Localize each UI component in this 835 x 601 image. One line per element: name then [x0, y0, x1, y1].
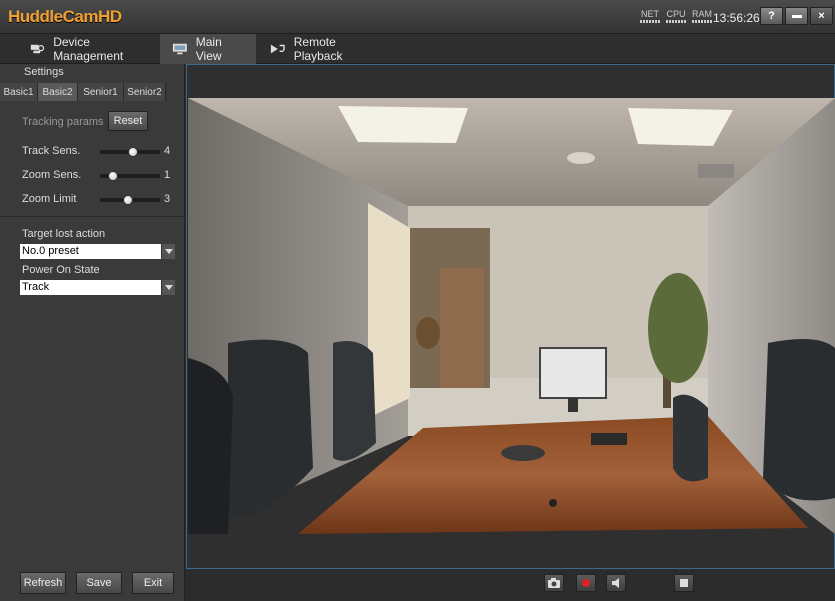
power-on-label: Power On State — [22, 264, 100, 276]
subtab-basic2[interactable]: Basic2 — [38, 83, 78, 101]
ram-meter: RAM — [692, 9, 712, 23]
record-dot — [582, 579, 590, 587]
playback-icon — [270, 44, 285, 54]
track-sens-slider[interactable] — [100, 147, 160, 157]
slider-label: Zoom Sens. — [22, 169, 82, 181]
slider-thumb[interactable] — [122, 195, 133, 205]
conference-room-image — [188, 98, 835, 534]
close-button[interactable]: × — [810, 7, 833, 25]
record-button[interactable] — [576, 574, 596, 592]
slider-value: 1 — [164, 169, 171, 181]
tracking-params-label: Tracking params — [22, 116, 104, 128]
tab-main-view[interactable]: Main View — [160, 34, 256, 64]
refresh-button[interactable]: Refresh — [20, 572, 66, 594]
power-on-select[interactable]: Track — [20, 280, 175, 295]
video-controls — [186, 569, 835, 601]
chevron-down-icon[interactable] — [161, 280, 175, 295]
tab-remote-playback[interactable]: Remote Playback — [258, 34, 388, 64]
settings-panel: Settings Basic1 Basic2 Senior1 Senior2 T… — [0, 64, 185, 601]
audio-button[interactable] — [606, 574, 626, 592]
zoom-sens-slider[interactable] — [100, 171, 160, 181]
subtab-senior2[interactable]: Senior2 — [124, 83, 166, 101]
camera-video-feed[interactable] — [188, 98, 835, 534]
help-button[interactable]: ? — [760, 7, 783, 25]
stop-icon — [680, 579, 688, 587]
save-button[interactable]: Save — [76, 572, 122, 594]
camera-icon — [548, 578, 560, 588]
clock: 13:56:26 — [713, 11, 760, 25]
panel-divider — [0, 216, 185, 217]
main-nav: Device Management Main View Remote Playb… — [0, 34, 835, 64]
system-meters: NET CPU RAM — [640, 9, 712, 23]
slider-value: 3 — [164, 193, 171, 205]
tab-label: Main View — [195, 35, 222, 63]
subtab-senior1[interactable]: Senior1 — [78, 83, 124, 101]
slider-thumb[interactable] — [127, 147, 138, 157]
tab-label: Device Management — [53, 35, 124, 63]
subtab-basic1[interactable]: Basic1 — [0, 83, 38, 101]
slider-value: 4 — [164, 145, 171, 157]
device-management-icon — [30, 44, 45, 54]
target-lost-select[interactable]: No.0 preset — [20, 244, 175, 259]
exit-button[interactable]: Exit — [132, 572, 174, 594]
select-value: Track — [22, 281, 50, 293]
zoom-sens-row: Zoom Sens. 1 — [22, 168, 182, 184]
select-value: No.0 preset — [22, 245, 79, 257]
record-icon — [582, 579, 590, 587]
net-meter: NET — [640, 9, 660, 23]
monitor-icon — [172, 43, 187, 55]
minimize-icon — [791, 14, 802, 18]
reset-button[interactable]: Reset — [108, 111, 148, 131]
zoom-limit-row: Zoom Limit 3 — [22, 192, 182, 208]
tab-label: Remote Playback — [293, 35, 343, 63]
slider-label: Zoom Limit — [22, 193, 77, 205]
stop-button[interactable] — [674, 574, 694, 592]
settings-subtabs: Basic1 Basic2 Senior1 Senior2 — [0, 83, 185, 101]
title-bar: HuddleCamHD NET CPU RAM 13:56:26 ? × — [0, 0, 835, 34]
speaker-icon — [612, 578, 619, 588]
track-sens-row: Track Sens. 4 — [22, 144, 182, 160]
app-title: HuddleCamHD — [8, 7, 122, 26]
tab-device-management[interactable]: Device Management — [18, 34, 158, 64]
slider-label: Track Sens. — [22, 145, 81, 157]
target-lost-label: Target lost action — [22, 228, 106, 240]
chevron-down-icon[interactable] — [161, 244, 175, 259]
settings-title: Settings — [24, 66, 64, 78]
zoom-limit-slider[interactable] — [100, 195, 160, 205]
snapshot-button[interactable] — [544, 574, 564, 592]
minimize-button[interactable] — [785, 7, 808, 25]
cpu-meter: CPU — [666, 9, 686, 23]
slider-thumb[interactable] — [107, 171, 118, 181]
